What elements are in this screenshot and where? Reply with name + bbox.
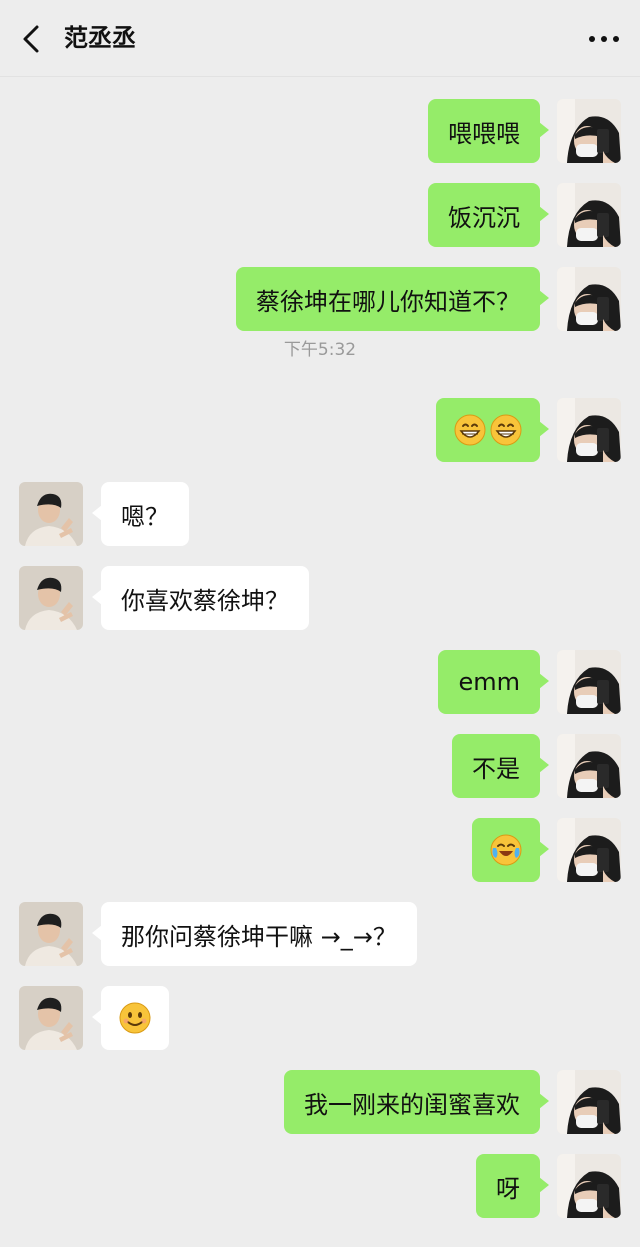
my-message-row: 呀 <box>0 1154 640 1220</box>
my-message-row: 饭沉沉 <box>0 183 640 249</box>
contact-avatar[interactable] <box>19 986 83 1050</box>
message-bubble[interactable]: 蔡徐坤在哪儿你知道不？ <box>236 267 549 331</box>
emoji-message-bubble[interactable] <box>472 818 549 882</box>
message-timestamp: 下午5:32 <box>283 340 357 360</box>
smile-emoji <box>119 1002 151 1034</box>
grin-emoji <box>454 414 486 446</box>
message-bubble[interactable]: 呀 <box>476 1154 549 1218</box>
contact-message-row: 那你问蔡徐坤干嘛 →_→？ <box>0 902 640 968</box>
emoji-message-bubble[interactable] <box>92 986 169 1050</box>
contact-avatar[interactable] <box>19 566 83 630</box>
my-avatar[interactable] <box>557 734 621 798</box>
message-bubble[interactable]: 嗯？ <box>92 482 189 546</box>
more-dots-icon[interactable] <box>586 24 622 54</box>
contact-avatar[interactable] <box>19 482 83 546</box>
message-bubble[interactable]: 不是 <box>452 734 549 798</box>
my-avatar[interactable] <box>557 650 621 714</box>
my-avatar[interactable] <box>557 1154 621 1218</box>
my-avatar[interactable] <box>557 99 621 163</box>
message-bubble[interactable]: 那你问蔡徐坤干嘛 →_→？ <box>92 902 417 966</box>
contact-message-row: 你喜欢蔡徐坤？ <box>0 566 640 632</box>
message-list[interactable]: 喂喂喂 饭沉沉 蔡徐坤在哪儿你知道不？ 下午5:32 嗯？ 你喜欢蔡徐坤？ em… <box>0 76 640 1247</box>
chat-title: 范丞丞 <box>64 24 136 52</box>
my-avatar[interactable] <box>557 818 621 882</box>
laugh-cry-emoji <box>490 834 522 866</box>
chat-header: 范丞丞 <box>0 0 640 77</box>
my-avatar[interactable] <box>557 1070 621 1134</box>
my-avatar[interactable] <box>557 267 621 331</box>
contact-message-row <box>0 986 640 1052</box>
message-bubble[interactable]: 你喜欢蔡徐坤？ <box>92 566 309 630</box>
message-bubble[interactable]: 我一刚来的闺蜜喜欢 <box>284 1070 549 1134</box>
message-bubble[interactable]: emm <box>438 650 549 714</box>
my-message-row <box>0 398 640 464</box>
my-message-row <box>0 818 640 884</box>
emoji-message-bubble[interactable] <box>436 398 549 462</box>
my-message-row: 不是 <box>0 734 640 800</box>
grin-emoji <box>490 414 522 446</box>
chevron-left-icon[interactable] <box>20 24 44 54</box>
my-avatar[interactable] <box>557 183 621 247</box>
contact-avatar[interactable] <box>19 902 83 966</box>
my-message-row: emm <box>0 650 640 716</box>
message-bubble[interactable]: 饭沉沉 <box>428 183 549 247</box>
contact-message-row: 嗯？ <box>0 482 640 548</box>
message-bubble[interactable]: 喂喂喂 <box>428 99 549 163</box>
my-message-row: 我一刚来的闺蜜喜欢 <box>0 1070 640 1136</box>
my-message-row: 蔡徐坤在哪儿你知道不？ <box>0 267 640 333</box>
my-avatar[interactable] <box>557 398 621 462</box>
my-message-row: 喂喂喂 <box>0 99 640 165</box>
